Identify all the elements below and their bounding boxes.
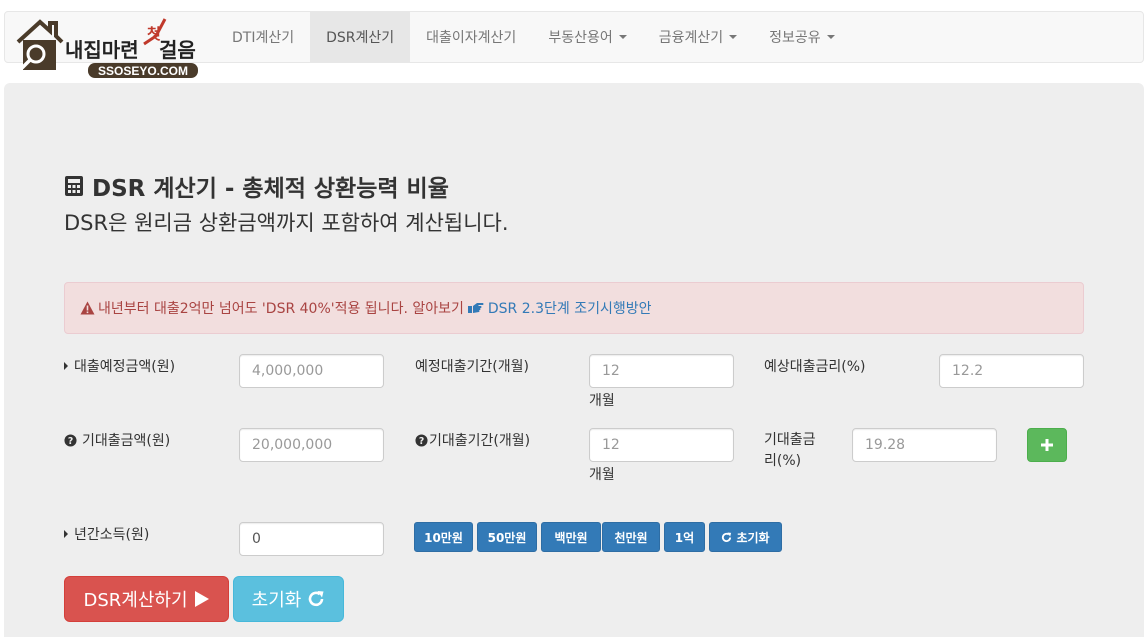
caret-right-icon xyxy=(64,362,68,370)
svg-text:SSOSEYO.COM: SSOSEYO.COM xyxy=(98,64,188,78)
add-1m-button[interactable]: 백만원 xyxy=(541,522,601,552)
reset-form-button[interactable]: 초기화 xyxy=(233,576,344,622)
existing-rate-input[interactable] xyxy=(852,428,997,462)
calculate-dsr-label: DSR계산하기 xyxy=(83,590,188,611)
caret-down-icon xyxy=(826,35,835,39)
nav-item-5[interactable]: 정보공유 xyxy=(753,12,851,62)
alert-link-text: DSR 2.3단계 조기시행방안 xyxy=(487,301,652,317)
dsr-alert: 내년부터 대출2억만 넘어도 'DSR 40%'적용 됩니다. 알아보기 DSR… xyxy=(64,282,1084,334)
annual-income-input[interactable] xyxy=(239,522,384,556)
loan-amount-input[interactable] xyxy=(239,354,384,388)
nav-item-4[interactable]: 금융계산기 xyxy=(643,12,753,62)
play-icon xyxy=(194,591,209,607)
loan-rate-label: 예상대출금리(%) xyxy=(764,359,866,375)
svg-text:걸음: 걸음 xyxy=(159,38,196,62)
existing-amount-input[interactable] xyxy=(239,428,384,462)
nav-item-1[interactable]: DSR계산기 xyxy=(310,12,411,62)
calculator-panel: DSR 계산기 - 총체적 상환능력 비율 DSR은 원리금 상환금액까지 포함… xyxy=(4,83,1144,637)
reset-income-button[interactable]: 초기화 xyxy=(709,522,782,552)
calculate-dsr-button[interactable]: DSR계산하기 xyxy=(64,576,229,622)
svg-text:내집마련: 내집마련 xyxy=(65,38,139,62)
add-loan-button[interactable] xyxy=(1027,428,1067,462)
nav-item-label: 부동산용어 xyxy=(548,30,613,46)
calculator-icon xyxy=(65,176,83,196)
add-500k-button[interactable]: 50만원 xyxy=(477,522,537,552)
house-logo-icon: SSOSEYO.COM 내집마련 첫 걸음 xyxy=(16,18,198,78)
page-title: DSR 계산기 - 총체적 상환능력 비율 xyxy=(64,169,449,203)
loan-amount-label: 대출예정금액(원) xyxy=(64,356,175,376)
loan-period-input[interactable] xyxy=(589,354,734,388)
existing-period-input[interactable] xyxy=(589,428,734,462)
reset-form-label: 초기화 xyxy=(251,590,302,611)
caret-down-icon xyxy=(618,35,627,39)
add-100k-button[interactable]: 10만원 xyxy=(414,522,473,552)
caret-down-icon xyxy=(729,35,738,39)
alert-text: 내년부터 대출2억만 넘어도 'DSR 40%'적용 됩니다. 알아보기 xyxy=(98,301,464,317)
nav-item-label: 금융계산기 xyxy=(658,30,724,46)
loan-amount-label-text: 대출예정금액(원) xyxy=(74,359,176,375)
svg-text:?: ? xyxy=(419,436,424,447)
add-10m-button[interactable]: 천만원 xyxy=(602,522,660,552)
nav-item-0[interactable]: DTI계산기 xyxy=(216,12,310,62)
existing-rate-label-line1: 기대출금 xyxy=(764,432,816,448)
refresh-icon xyxy=(722,531,732,542)
annual-income-label: 년간소득(원) xyxy=(64,524,149,544)
warning-icon xyxy=(80,301,95,315)
alert-link[interactable]: DSR 2.3단계 조기시행방안 xyxy=(467,298,652,318)
plus-icon xyxy=(1041,439,1053,451)
page-subtitle: DSR은 원리금 상환금액까지 포함하여 계산됩니다. xyxy=(64,211,509,235)
brand-logo[interactable]: SSOSEYO.COM 내집마련 첫 걸음 xyxy=(16,14,200,80)
loan-period-unit: 개월 xyxy=(589,393,615,409)
nav-item-label: DTI계산기 xyxy=(232,30,295,46)
loan-period-label: 예정대출기간(개월) xyxy=(415,359,529,375)
nav-item-3[interactable]: 부동산용어 xyxy=(532,12,642,62)
existing-rate-label-line2: 리(%) xyxy=(764,453,802,469)
main-nav: DTI계산기 DSR계산기 대출이자계산기 부동산용어 금융계산기 정보공유 xyxy=(216,12,851,62)
annual-income-label-text: 년간소득(원) xyxy=(74,527,150,543)
existing-rate-label: 기대출금 리(%) xyxy=(764,430,816,472)
caret-right-icon xyxy=(64,530,68,538)
existing-period-label: ? 기대출기간(개월) xyxy=(415,430,530,450)
refresh-icon xyxy=(309,591,324,607)
page-title-text: DSR 계산기 - 총체적 상환능력 비율 xyxy=(92,176,449,202)
existing-amount-label: ? 기대출금액(원) xyxy=(64,430,170,450)
question-circle-icon[interactable]: ? xyxy=(64,433,77,447)
nav-item-label: 대출이자계산기 xyxy=(426,30,517,46)
nav-item-2[interactable]: 대출이자계산기 xyxy=(410,12,532,62)
hand-pointer-icon xyxy=(467,303,484,313)
question-circle-icon[interactable]: ? xyxy=(415,433,428,447)
nav-item-label: DSR계산기 xyxy=(326,30,395,46)
existing-period-label-text: 기대출기간(개월) xyxy=(429,433,531,449)
existing-period-unit: 개월 xyxy=(589,467,615,483)
add-100m-button[interactable]: 1억 xyxy=(664,522,705,552)
nav-item-label: 정보공유 xyxy=(769,30,821,46)
loan-rate-input[interactable] xyxy=(939,354,1084,388)
svg-text:?: ? xyxy=(68,436,73,447)
reset-income-label: 초기화 xyxy=(736,530,770,545)
existing-amount-label-text: 기대출금액(원) xyxy=(82,433,171,449)
